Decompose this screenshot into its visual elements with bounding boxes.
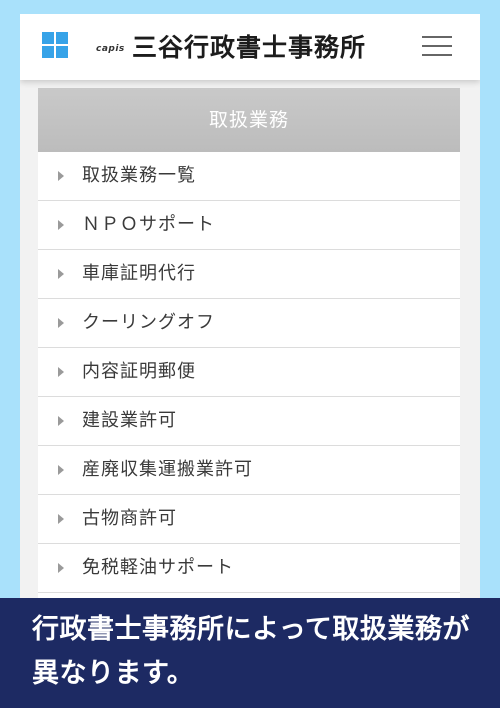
- site-header: capis 三谷行政書士事務所: [20, 14, 480, 80]
- brand-sub-logo: capis: [96, 44, 125, 54]
- chevron-right-icon: [58, 269, 64, 279]
- menu-item-label: 車庫証明代行: [82, 263, 196, 284]
- services-menu-list: 取扱業務一覧 ＮＰＯサポート 車庫証明代行 クーリングオフ 内容証明郵便 建設業…: [38, 152, 460, 593]
- menu-item-label: 免税軽油サポート: [82, 557, 234, 578]
- menu-item-tax-free-diesel[interactable]: 免税軽油サポート: [38, 544, 460, 593]
- menu-item-npo-support[interactable]: ＮＰＯサポート: [38, 201, 460, 250]
- chevron-right-icon: [58, 416, 64, 426]
- panel-title: 取扱業務: [38, 88, 460, 152]
- menu-item-label: クーリングオフ: [82, 312, 215, 333]
- grid-logo-icon[interactable]: [42, 32, 68, 58]
- menu-item-garage-certificate[interactable]: 車庫証明代行: [38, 250, 460, 299]
- phone-screen: capis 三谷行政書士事務所 取扱業務 取扱業務一覧 ＮＰＯサポート 車庫証明…: [20, 14, 480, 598]
- chevron-right-icon: [58, 171, 64, 181]
- chevron-right-icon: [58, 465, 64, 475]
- menu-item-construction-permit[interactable]: 建設業許可: [38, 397, 460, 446]
- chevron-right-icon: [58, 563, 64, 573]
- menu-item-services-list[interactable]: 取扱業務一覧: [38, 152, 460, 201]
- menu-item-certified-mail[interactable]: 内容証明郵便: [38, 348, 460, 397]
- chevron-right-icon: [58, 318, 64, 328]
- menu-item-label: 取扱業務一覧: [82, 165, 196, 186]
- menu-item-label: ＮＰＯサポート: [82, 214, 215, 235]
- menu-item-label: 内容証明郵便: [82, 361, 196, 382]
- menu-item-label: 産廃収集運搬業許可: [82, 459, 253, 480]
- menu-item-waste-transport-permit[interactable]: 産廃収集運搬業許可: [38, 446, 460, 495]
- caption-banner: 行政書士事務所によって取扱業務が異なります。: [0, 598, 500, 708]
- chevron-right-icon: [58, 367, 64, 377]
- menu-item-label: 古物商許可: [82, 508, 177, 529]
- services-menu-panel: 取扱業務 取扱業務一覧 ＮＰＯサポート 車庫証明代行 クーリングオフ 内容証明郵…: [38, 88, 460, 598]
- caption-text: 行政書士事務所によって取扱業務が異なります。: [32, 614, 470, 689]
- menu-item-label: 建設業許可: [82, 410, 177, 431]
- hamburger-menu-icon[interactable]: [422, 34, 452, 58]
- chevron-right-icon: [58, 514, 64, 524]
- menu-item-antique-dealer-permit[interactable]: 古物商許可: [38, 495, 460, 544]
- site-title[interactable]: 三谷行政書士事務所: [132, 28, 366, 64]
- chevron-right-icon: [58, 220, 64, 230]
- menu-item-cooling-off[interactable]: クーリングオフ: [38, 299, 460, 348]
